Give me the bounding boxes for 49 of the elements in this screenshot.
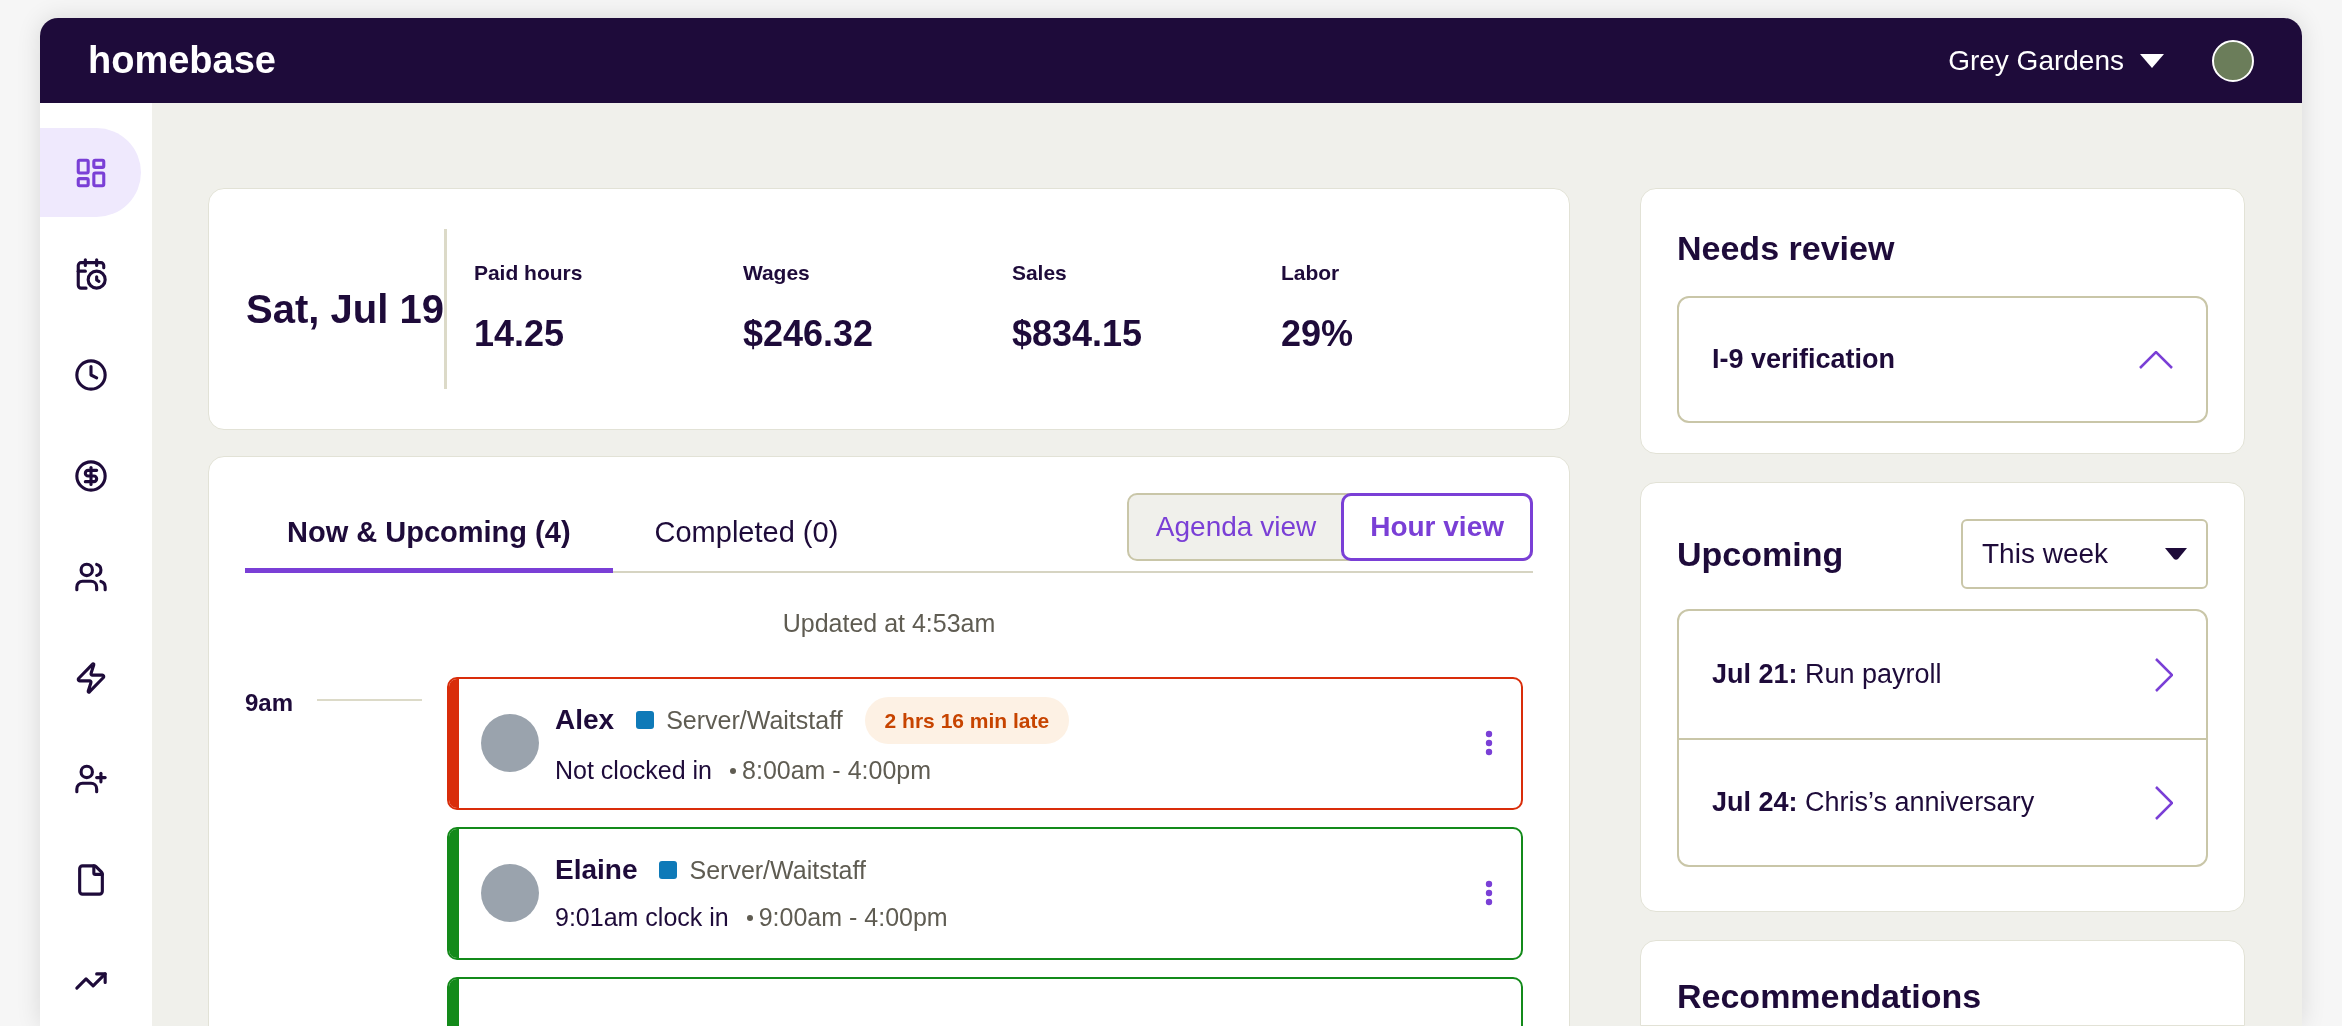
chevron-right-icon <box>2155 657 2173 692</box>
more-button[interactable] <box>1485 880 1493 906</box>
location-dropdown[interactable]: Grey Gardens <box>1948 39 2164 82</box>
stat-label: Sales <box>1011 260 1068 287</box>
stat-label: Labor <box>1280 260 1341 287</box>
upcoming-item[interactable]: Jul 21: Run payroll <box>1679 611 2206 738</box>
late-badge: 2 hrs 16 min late <box>864 696 1070 744</box>
tab[interactable]: Now & Upcoming (4) <box>245 510 613 573</box>
stat-value: 14.25 <box>473 311 565 356</box>
sidebar-item[interactable] <box>40 128 141 217</box>
stat-value: $246.32 <box>742 311 874 356</box>
avatar[interactable] <box>2212 39 2254 82</box>
clock-status: Not clocked in <box>555 755 713 786</box>
stat-label: Wages <box>742 260 811 287</box>
stat-label: Paid hours <box>473 260 584 287</box>
employee-name: Elaine <box>555 853 638 888</box>
role-square-icon <box>659 861 678 880</box>
more-button[interactable] <box>1485 730 1493 756</box>
upcoming-item[interactable]: Jul 24: Chris’s anniversary <box>1679 738 2206 865</box>
chevron-right-icon <box>2155 785 2173 820</box>
clock-status: 9:01am clock in <box>555 902 729 934</box>
updated-text: Updated at 4:53am <box>782 608 996 639</box>
employee-name: Alex <box>555 703 615 738</box>
shift-time: 8:00am - 4:00pm <box>742 755 932 786</box>
shift-card[interactable]: Alex Server/Waitstaff 2 hrs 16 min late Not clocked in 8:00am - 4:00pm <box>447 676 1523 810</box>
date-title: Sat, Jul 19 <box>246 286 444 333</box>
chevron-up-icon <box>2139 350 2173 369</box>
shift-card[interactable]: Elaine Server/Waitstaff 9:01am clock in 9:00am - 4:00pm <box>447 826 1523 960</box>
stat-value: $834.15 <box>1011 311 1143 356</box>
more-icon <box>1485 880 1493 906</box>
card-title: Recommendations <box>1677 976 1983 1017</box>
caret-icon <box>2165 548 2187 560</box>
card-title: Upcoming <box>1677 533 1844 575</box>
more-icon <box>1485 730 1493 756</box>
tab[interactable]: Completed (0) <box>612 510 881 573</box>
logo[interactable]: homebase <box>88 32 276 89</box>
clock-icon <box>73 357 108 392</box>
view-button[interactable]: Hour view <box>1341 493 1533 561</box>
card-title: Needs review <box>1677 228 1896 269</box>
shift-time: 9:00am - 4:00pm <box>758 902 948 934</box>
dollar-icon <box>73 458 108 493</box>
role-text: Server/Waitstaff <box>666 704 843 736</box>
caret-icon <box>2140 53 2164 68</box>
role-square-icon <box>636 711 655 730</box>
stat-value: 29% <box>1280 311 1354 356</box>
review-item[interactable]: I-9 verification <box>1677 296 2208 423</box>
role-text: Server/Waitstaff <box>689 854 866 886</box>
period-dropdown[interactable]: This week <box>1961 519 2208 589</box>
hour-label: 9am <box>245 687 294 718</box>
